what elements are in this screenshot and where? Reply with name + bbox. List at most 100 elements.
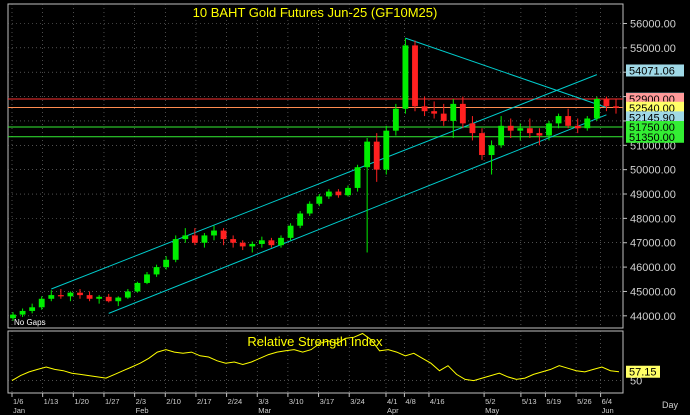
candle-body bbox=[153, 267, 160, 275]
y-tick-label: 49000.00 bbox=[630, 189, 676, 201]
candle-body bbox=[278, 237, 284, 246]
price-label-text: 54071.06 bbox=[629, 65, 675, 77]
candle-body bbox=[144, 274, 150, 283]
candle-body bbox=[469, 123, 476, 134]
candle-body bbox=[546, 123, 552, 136]
candle-body bbox=[249, 243, 256, 247]
candle-body bbox=[306, 203, 313, 214]
rsi-value-label: 57.15 bbox=[629, 367, 657, 379]
rsi-title: Relative Strength Index bbox=[247, 334, 383, 349]
candle-body bbox=[182, 235, 189, 240]
candle-body bbox=[488, 145, 495, 156]
month-label: May bbox=[485, 406, 499, 415]
candle-body bbox=[584, 118, 591, 129]
candle-body bbox=[603, 99, 610, 107]
y-tick-label: 50000.00 bbox=[630, 165, 676, 177]
y-tick-label: 46000.00 bbox=[630, 262, 676, 274]
candle-body bbox=[163, 259, 170, 268]
month-label: Jan bbox=[13, 406, 25, 415]
candle-body bbox=[479, 133, 485, 156]
candle-body bbox=[29, 307, 36, 311]
no-gaps-note: No Gaps bbox=[14, 318, 46, 327]
month-label: Jun bbox=[602, 406, 614, 415]
y-tick-label: 44000.00 bbox=[630, 311, 676, 323]
candle-body bbox=[220, 230, 227, 240]
x-tick-label: 2/10 bbox=[166, 397, 181, 406]
candle-body bbox=[431, 111, 438, 114]
candle-body bbox=[86, 295, 93, 299]
x-tick-label: 1/27 bbox=[105, 397, 120, 406]
candle-body bbox=[77, 292, 83, 296]
y-tick-label: 48000.00 bbox=[630, 213, 676, 225]
background bbox=[0, 0, 690, 415]
candle-body bbox=[593, 99, 600, 119]
candle-body bbox=[115, 297, 122, 302]
candle-body bbox=[325, 191, 332, 197]
candle-body bbox=[48, 295, 55, 299]
candle-body bbox=[498, 125, 505, 146]
candle-body bbox=[316, 196, 323, 204]
candle-body bbox=[211, 230, 217, 236]
candle-body bbox=[172, 239, 179, 260]
candle-body bbox=[412, 45, 418, 107]
candle-body bbox=[268, 240, 275, 246]
x-tick-label: 1/6 bbox=[13, 397, 23, 406]
month-label: Feb bbox=[136, 406, 149, 415]
candle-body bbox=[450, 103, 457, 121]
candle-body bbox=[536, 133, 543, 136]
candle-body bbox=[507, 125, 514, 131]
candle-body bbox=[258, 240, 265, 244]
month-label: Apr bbox=[387, 406, 399, 415]
x-tick-label: 6/4 bbox=[602, 397, 612, 406]
x-tick-label: 2/24 bbox=[228, 397, 243, 406]
candle-body bbox=[383, 130, 390, 170]
candle-body bbox=[354, 167, 361, 188]
candle-body bbox=[19, 310, 26, 315]
x-tick-label: 5/2 bbox=[485, 397, 495, 406]
candle-body bbox=[440, 113, 447, 121]
chart-title: 10 BAHT Gold Futures Jun-25 (GF10M25) bbox=[193, 5, 438, 20]
x-unit-label: Day bbox=[662, 400, 679, 410]
x-tick-label: 5/26 bbox=[577, 397, 592, 406]
candle-body bbox=[402, 45, 409, 109]
candle-body bbox=[373, 141, 380, 170]
x-tick-label: 4/1 bbox=[387, 397, 397, 406]
x-tick-label: 3/17 bbox=[320, 397, 335, 406]
candle-body bbox=[517, 128, 524, 131]
candle-body bbox=[335, 191, 342, 196]
candle-body bbox=[239, 242, 246, 247]
candle-body bbox=[555, 116, 562, 124]
y-tick-label: 47000.00 bbox=[630, 238, 676, 250]
price-label-text: 51350.00 bbox=[629, 132, 675, 144]
candle-body bbox=[134, 282, 141, 292]
y-tick-label: 55000.00 bbox=[630, 43, 676, 55]
y-tick-label: 45000.00 bbox=[630, 286, 676, 298]
candle-body bbox=[67, 292, 74, 297]
candle-body bbox=[191, 235, 198, 243]
y-tick-label: 56000.00 bbox=[630, 18, 676, 30]
month-label: Mar bbox=[258, 406, 271, 415]
candle-body bbox=[201, 235, 208, 243]
x-tick-label: 5/13 bbox=[522, 397, 537, 406]
x-tick-label: 2/3 bbox=[136, 397, 146, 406]
x-tick-label: 1/13 bbox=[44, 397, 59, 406]
candle-body bbox=[38, 298, 45, 308]
x-tick-label: 2/17 bbox=[197, 397, 212, 406]
x-tick-label: 1/20 bbox=[74, 397, 89, 406]
x-tick-label: 4/8 bbox=[405, 397, 415, 406]
candle-body bbox=[96, 296, 103, 299]
candle-body bbox=[392, 108, 399, 131]
candle-body bbox=[230, 239, 237, 243]
candle-body bbox=[124, 291, 131, 298]
candle-body bbox=[421, 106, 428, 112]
candle-body bbox=[565, 116, 572, 126]
x-tick-label: 5/19 bbox=[546, 397, 561, 406]
x-tick-label: 4/16 bbox=[430, 397, 445, 406]
chart-canvas: 44000.00 45000.00 46000.00 47000.00 48000.00… bbox=[0, 0, 690, 415]
candle-body bbox=[526, 128, 533, 134]
candle-body bbox=[287, 225, 294, 238]
candle-body bbox=[459, 103, 466, 124]
x-tick-label: 3/10 bbox=[289, 397, 304, 406]
candle-body bbox=[613, 106, 619, 108]
x-tick-label: 3/24 bbox=[350, 397, 365, 406]
